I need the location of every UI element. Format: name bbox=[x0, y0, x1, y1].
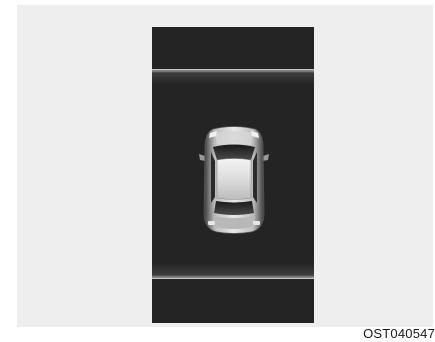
rear-guide-line bbox=[152, 275, 314, 279]
car-roof bbox=[216, 158, 252, 200]
front-guide-line bbox=[152, 69, 314, 73]
figure-code-caption: OST040547 bbox=[363, 326, 435, 341]
car-rear-window bbox=[214, 201, 254, 215]
car-windshield bbox=[213, 144, 255, 160]
left-tail-light bbox=[208, 221, 215, 225]
car-left-window bbox=[211, 152, 215, 203]
car-top-view-icon bbox=[199, 126, 269, 234]
car-hood bbox=[215, 131, 253, 145]
car-right-window bbox=[253, 152, 257, 203]
front-guide-glow bbox=[152, 71, 314, 85]
right-tail-light bbox=[253, 221, 260, 225]
figure: OST040547 bbox=[0, 0, 435, 342]
surround-view-display bbox=[152, 27, 314, 323]
